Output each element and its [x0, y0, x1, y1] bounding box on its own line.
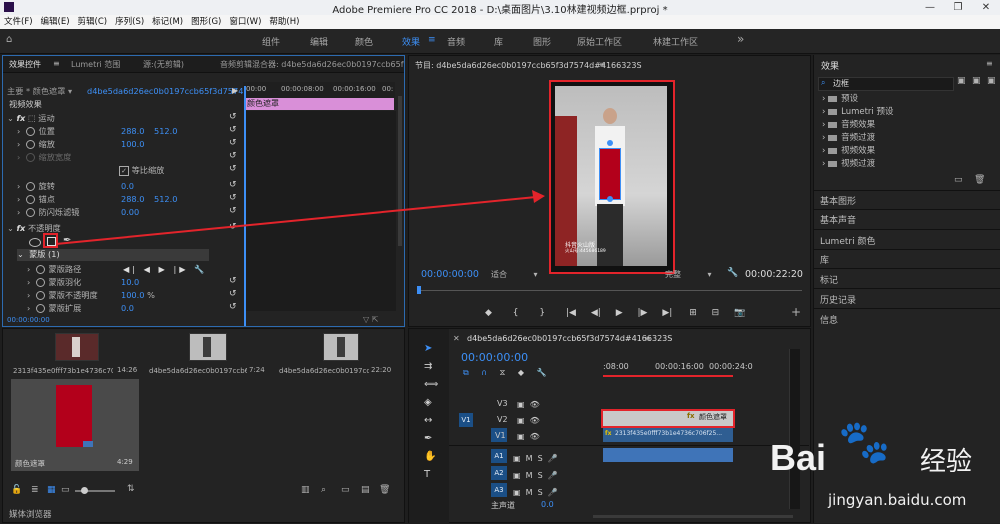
annotation-arrow-line: [55, 196, 537, 245]
baidu-paw-icon: 🐾: [838, 417, 891, 466]
baidu-logo-text: Bai: [770, 437, 827, 478]
baidu-watermark: Bai 🐾 经验 jingyan.baidu.com: [770, 417, 1000, 523]
baidu-suffix: 经验: [920, 447, 973, 477]
annotation-arrow-head: [532, 190, 545, 203]
baidu-url: jingyan.baidu.com: [828, 491, 967, 509]
